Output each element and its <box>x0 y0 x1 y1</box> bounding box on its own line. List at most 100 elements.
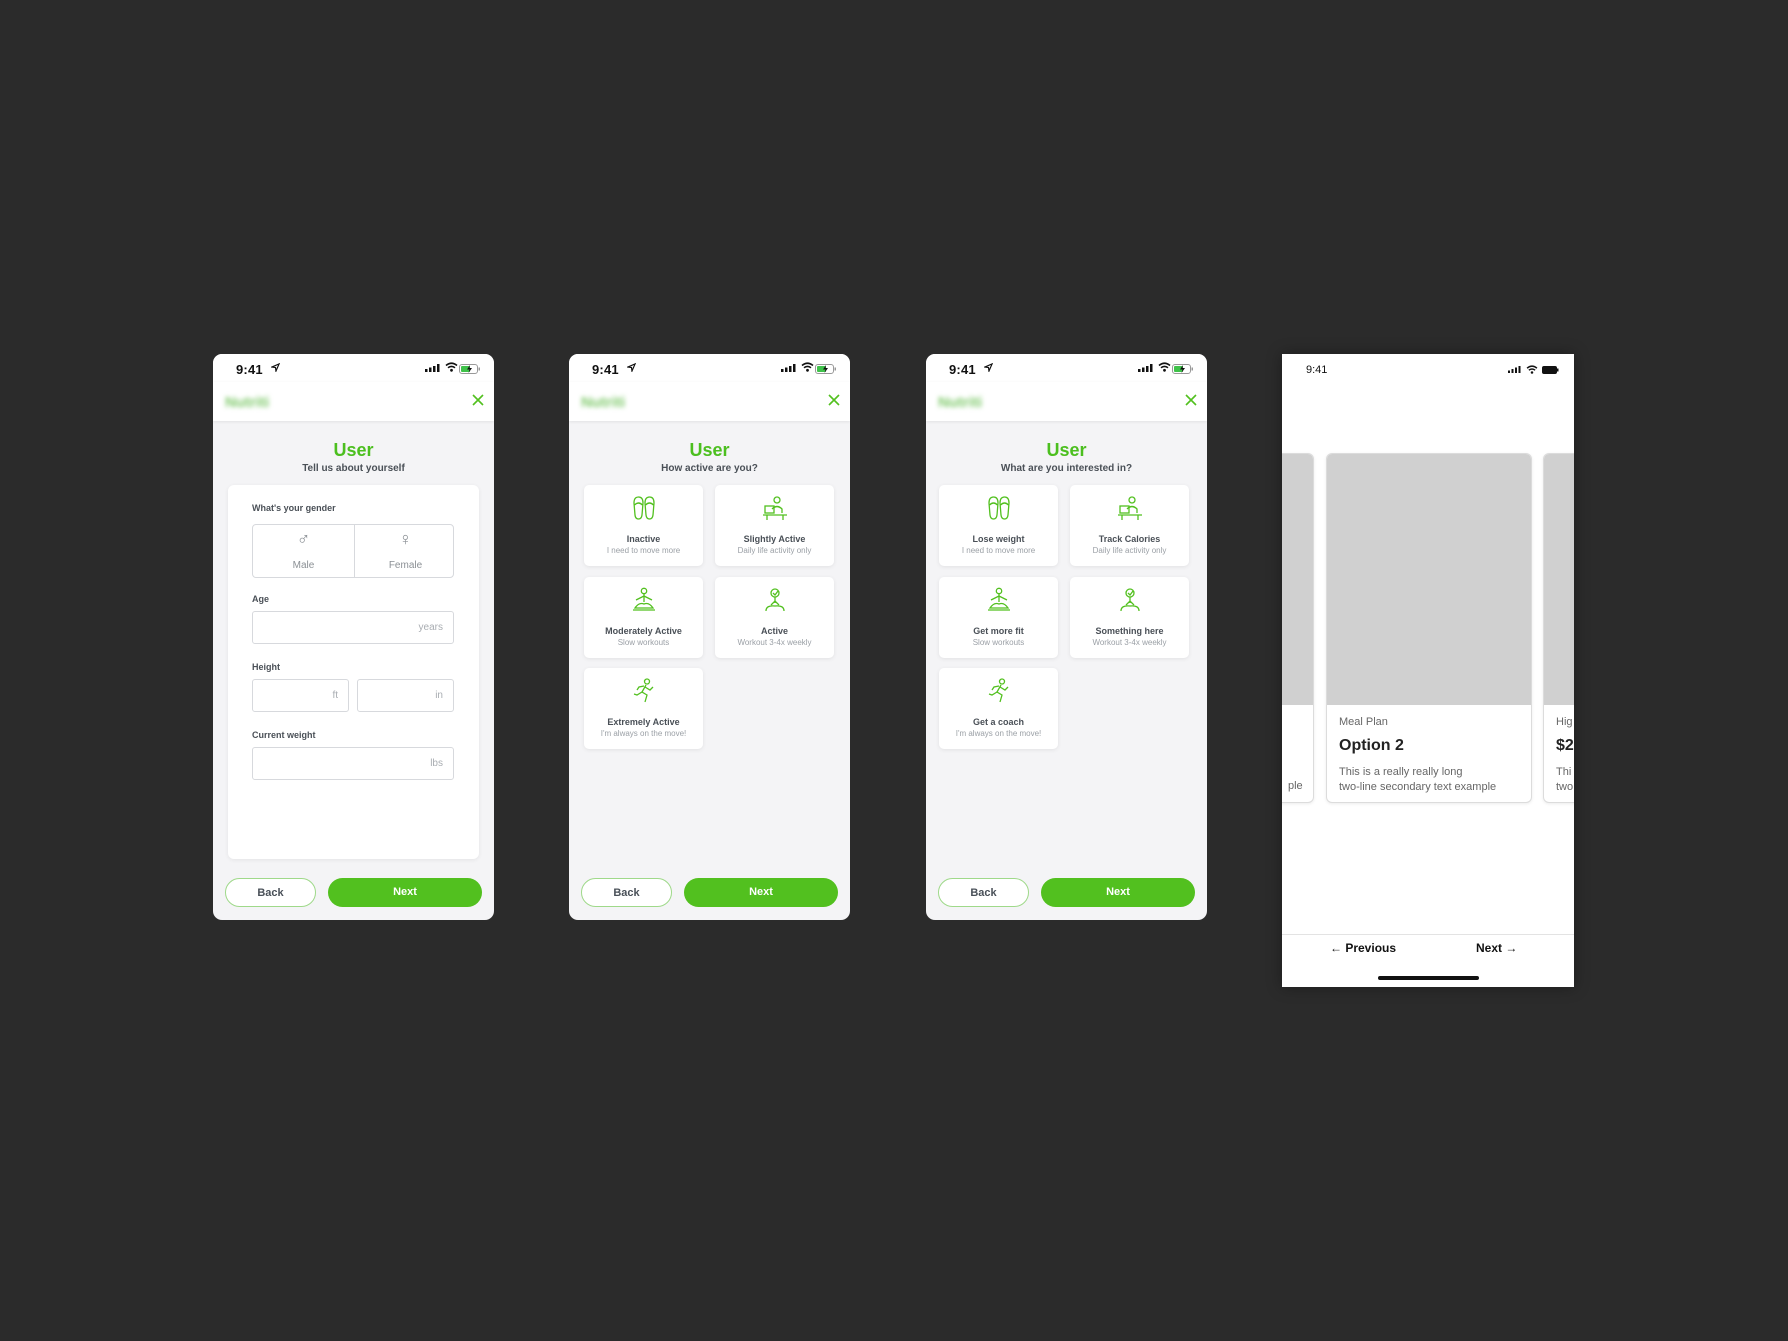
trainer-icon <box>1120 588 1140 612</box>
option-label: Moderately Active <box>605 626 682 636</box>
next-button[interactable]: Next → <box>1476 941 1517 955</box>
status-time: 9:41 <box>236 362 263 377</box>
battery-icon <box>1542 366 1559 374</box>
location-arrow-icon <box>984 363 993 372</box>
next-button[interactable]: Next <box>328 878 482 907</box>
option-tile-moderately-active[interactable]: Moderately Active Slow workouts <box>584 577 703 658</box>
close-icon[interactable] <box>1183 392 1199 408</box>
next-button[interactable]: Next <box>684 878 838 907</box>
carousel-card-next[interactable]: Hig $2 Thi two <box>1543 453 1574 803</box>
page-subtitle: Tell us about yourself <box>302 463 405 474</box>
option-description: Workout 3-4x weekly <box>1092 638 1167 647</box>
option-description: Daily life activity only <box>737 546 812 555</box>
app-logo: Nutriti <box>581 394 626 411</box>
app-logo: Nutriti <box>225 394 270 411</box>
home-indicator <box>1378 976 1479 980</box>
weight-input[interactable]: lbs <box>252 747 454 780</box>
height-label: Height <box>252 662 280 672</box>
app-header: Nutriti <box>213 382 494 421</box>
option-description: I need to move more <box>961 546 1036 555</box>
wifi-icon <box>801 362 814 372</box>
card-title: $2 <box>1556 737 1574 754</box>
option-label: Something here <box>1095 626 1164 636</box>
option-tile-get-a-coach[interactable]: Get a coach I'm always on the move! <box>939 668 1058 749</box>
option-tile-slightly-active[interactable]: Slightly Active Daily life activity only <box>715 485 834 566</box>
next-button[interactable]: Next <box>1041 878 1195 907</box>
close-icon[interactable] <box>826 392 842 408</box>
location-arrow-icon <box>627 363 636 372</box>
yoga-icon <box>988 587 1010 611</box>
option-description: I'm always on the move! <box>600 729 687 738</box>
carousel-card-option-2[interactable]: Meal Plan Option 2 This is a really real… <box>1326 453 1532 803</box>
wifi-icon <box>1526 365 1538 374</box>
option-description: Slow workouts <box>617 638 670 647</box>
option-label: Track Calories <box>1098 534 1161 544</box>
battery-charging-icon <box>1172 364 1193 374</box>
gender-option-male[interactable]: ♂ Male <box>253 525 354 577</box>
option-label: Get a coach <box>972 717 1025 727</box>
status-bar: 9:41 <box>926 354 1207 382</box>
option-tile-inactive[interactable]: Inactive I need to move more <box>584 485 703 566</box>
close-icon[interactable] <box>470 392 486 408</box>
carousel-card-previous[interactable]: ple <box>1282 453 1314 803</box>
back-button[interactable]: Back <box>581 878 672 907</box>
back-button[interactable]: Back <box>225 878 316 907</box>
gender-selector: ♂ Male ♀ Female <box>252 524 454 578</box>
card-image-placeholder <box>1327 454 1531 705</box>
height-feet-input[interactable]: ft <box>252 679 349 712</box>
nav-divider <box>1282 934 1574 935</box>
option-tile-something-here[interactable]: Something here Workout 3-4x weekly <box>1070 577 1189 658</box>
option-label: Extremely Active <box>607 717 680 727</box>
card-body-line: two <box>1556 781 1574 793</box>
card-body-line: This is a really really long <box>1339 766 1463 778</box>
status-time: 9:41 <box>949 362 976 377</box>
wifi-icon <box>445 362 458 372</box>
screen-about-yourself: 9:41 Nutriti User Tell us about yourself… <box>213 354 494 920</box>
app-header: Nutriti <box>926 382 1207 421</box>
option-tile-lose-weight[interactable]: Lose weight I need to move more <box>939 485 1058 566</box>
battery-charging-icon <box>815 364 836 374</box>
height-inches-input[interactable]: in <box>357 679 454 712</box>
back-button[interactable]: Back <box>938 878 1029 907</box>
card-body-line: Thi <box>1556 766 1572 778</box>
option-label: Get more fit <box>973 626 1024 636</box>
age-input[interactable]: years <box>252 611 454 644</box>
option-label: Active <box>760 626 788 636</box>
runner-icon <box>633 678 654 703</box>
desk-worker-icon <box>1118 496 1142 520</box>
option-tile-track-calories[interactable]: Track Calories Daily life activity only <box>1070 485 1189 566</box>
wifi-icon <box>1158 362 1171 372</box>
screen-interests: 9:41 Nutriti User What are you intereste… <box>926 354 1207 920</box>
page-title: User <box>689 440 730 460</box>
option-label: Slightly Active <box>743 534 806 544</box>
page-title: User <box>1046 440 1087 460</box>
option-label: Lose weight <box>972 534 1025 544</box>
option-description: I need to move more <box>606 546 681 555</box>
trainer-icon <box>765 588 785 612</box>
gender-option-label: Male <box>292 560 315 571</box>
desk-worker-icon <box>763 496 787 520</box>
card-eyebrow: Meal Plan <box>1339 716 1388 728</box>
card-body: ple <box>1288 780 1303 792</box>
height-inches-unit: in <box>435 690 443 701</box>
screen-meal-plan-carousel: 9:41 ple Meal Plan Option 2 This is a re… <box>1282 354 1574 987</box>
age-label: Age <box>252 594 270 604</box>
option-tile-active[interactable]: Active Workout 3-4x weekly <box>715 577 834 658</box>
card-image-placeholder <box>1282 454 1313 705</box>
gender-option-female[interactable]: ♀ Female <box>355 525 456 577</box>
cellular-signal-icon <box>781 364 796 372</box>
page-subtitle: What are you interested in? <box>1000 463 1133 474</box>
weight-label: Current weight <box>252 730 316 740</box>
previous-button[interactable]: ← Previous <box>1330 941 1396 955</box>
cellular-signal-icon <box>425 364 440 372</box>
option-label: Inactive <box>626 534 661 544</box>
cellular-signal-icon <box>1508 366 1521 373</box>
location-arrow-icon <box>271 363 280 372</box>
option-tile-extremely-active[interactable]: Extremely Active I'm always on the move! <box>584 668 703 749</box>
card-body-line: two-line secondary text example <box>1339 781 1497 793</box>
card-eyebrow: Hig <box>1556 716 1573 728</box>
cellular-signal-icon <box>1138 364 1153 372</box>
male-icon: ♂ <box>296 529 311 549</box>
option-tile-get-more-fit[interactable]: Get more fit Slow workouts <box>939 577 1058 658</box>
option-description: Slow workouts <box>972 638 1025 647</box>
